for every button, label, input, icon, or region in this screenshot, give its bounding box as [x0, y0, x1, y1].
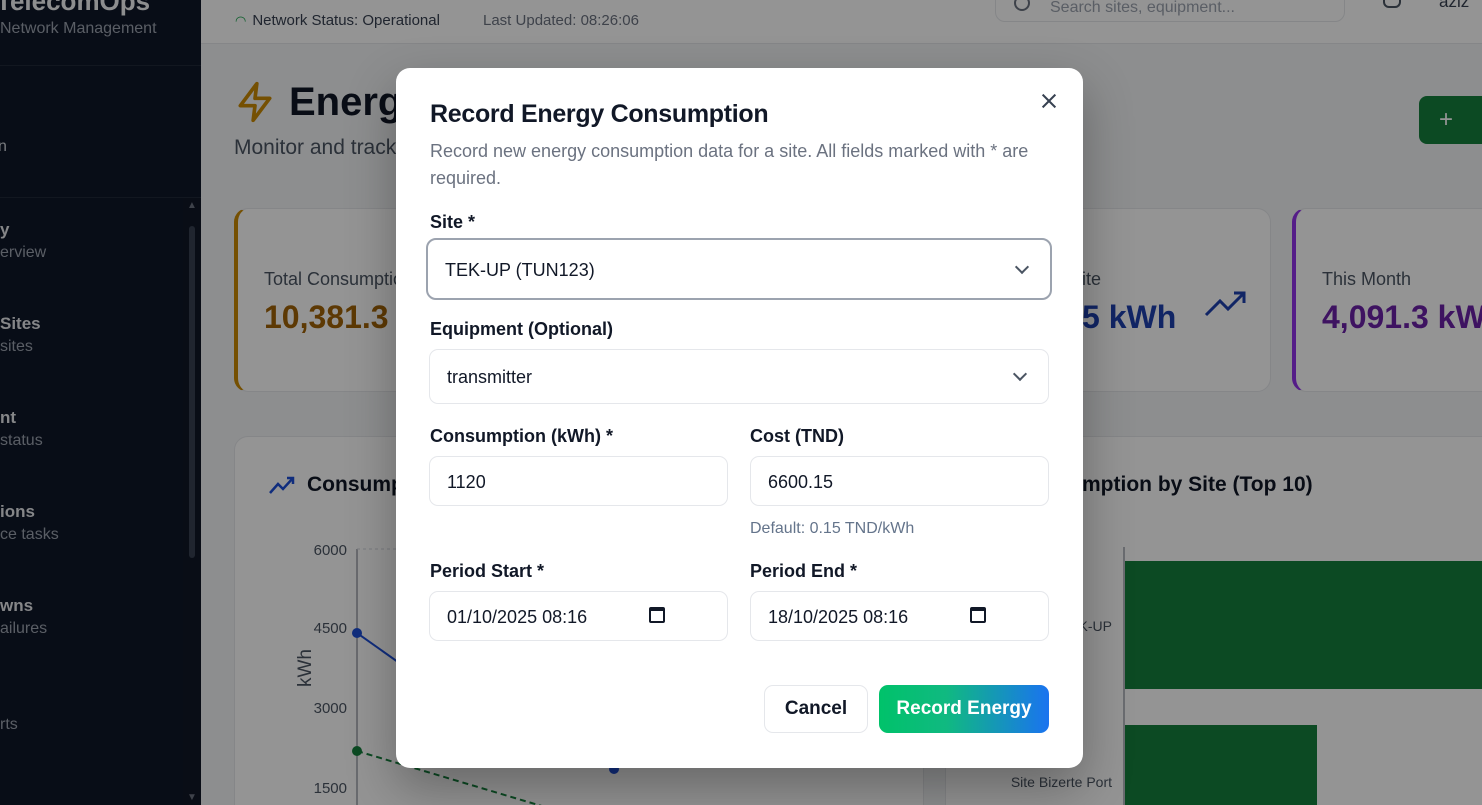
chevron-down-icon: [1014, 259, 1030, 275]
calendar-icon[interactable]: [649, 607, 665, 623]
period-start-label: Period Start *: [430, 561, 545, 581]
period-end-label: Period End *: [750, 561, 858, 581]
cost-hint: Default: 0.15 TND/kWh: [750, 520, 915, 537]
cancel-button[interactable]: Cancel: [764, 685, 868, 733]
cost-input-value: 6600.15: [768, 472, 834, 492]
consumption-input-value: 1120: [447, 472, 486, 492]
dialog-title: Record Energy Consumption: [430, 100, 769, 128]
consumption-input[interactable]: 1120: [429, 456, 728, 506]
equipment-select[interactable]: transmitter: [429, 349, 1049, 404]
period-start-value: 01/10/2025 08:16: [447, 607, 588, 627]
close-icon[interactable]: [1038, 90, 1060, 112]
site-select-value: TEK-UP (TUN123): [445, 260, 595, 280]
calendar-icon[interactable]: [970, 607, 986, 623]
equipment-select-value: transmitter: [447, 367, 533, 387]
record-energy-dialog: Record Energy Consumption Record new ene…: [396, 68, 1083, 768]
cost-input[interactable]: 6600.15: [750, 456, 1049, 506]
equipment-label: Equipment (Optional): [430, 319, 613, 339]
dialog-description: Record new energy consumption data for a…: [430, 141, 1029, 188]
period-start-input[interactable]: 01/10/2025 08:16: [429, 591, 728, 641]
site-label: Site *: [430, 212, 476, 232]
period-end-value: 18/10/2025 08:16: [768, 607, 909, 627]
record-energy-button[interactable]: Record Energy: [879, 685, 1049, 733]
consumption-label: Consumption (kWh) *: [430, 426, 613, 446]
chevron-down-icon: [1012, 366, 1028, 382]
period-end-input[interactable]: 18/10/2025 08:16: [750, 591, 1049, 641]
site-select[interactable]: TEK-UP (TUN123): [426, 238, 1052, 300]
cost-label: Cost (TND): [750, 426, 844, 446]
